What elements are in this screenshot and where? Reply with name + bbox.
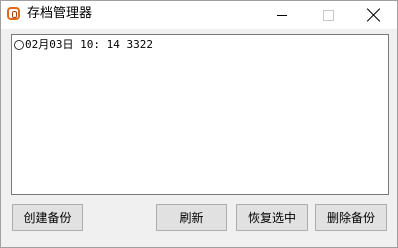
radio-button[interactable]: [14, 40, 24, 50]
list-item[interactable]: 02月03日 10: 14 3322: [14, 38, 153, 52]
title-bar[interactable]: 存档管理器: [1, 1, 397, 29]
create-backup-button[interactable]: 创建备份: [12, 204, 83, 231]
window-title: 存档管理器: [27, 6, 93, 21]
close-icon: [367, 8, 381, 22]
save-entry-label: 02月03日 10: 14 3322: [25, 38, 153, 51]
restore-selected-button[interactable]: 恢复选中: [236, 204, 308, 231]
app-icon: [7, 7, 20, 20]
maximize-button[interactable]: [305, 1, 351, 29]
refresh-button[interactable]: 刷新: [156, 204, 227, 231]
delete-backup-button[interactable]: 删除备份: [315, 204, 387, 231]
maximize-icon: [322, 9, 334, 21]
minimize-icon: [277, 14, 287, 16]
save-list[interactable]: 02月03日 10: 14 3322: [11, 34, 389, 195]
close-button[interactable]: [351, 1, 397, 29]
save-manager-window: 存档管理器 02月03日 10: 14 3322 创建备份 刷新 恢复选中 删除…: [0, 0, 398, 248]
minimize-button[interactable]: [259, 1, 305, 29]
